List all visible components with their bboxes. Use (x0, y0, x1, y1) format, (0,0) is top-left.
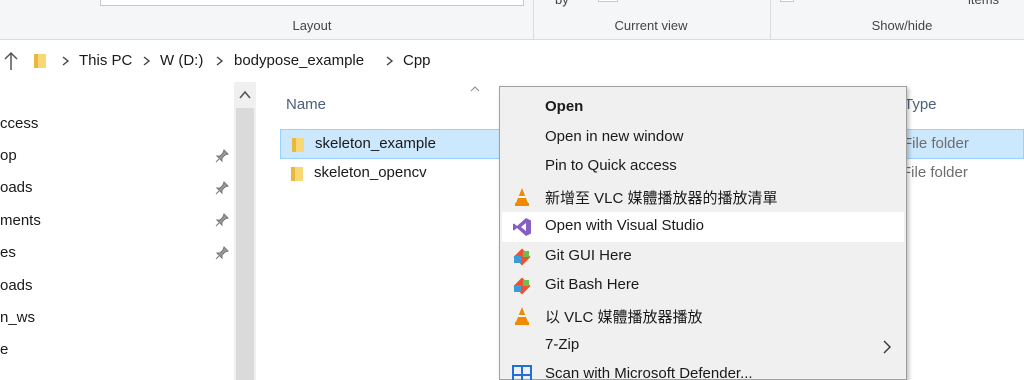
column-header-name[interactable]: Name (286, 96, 326, 113)
ribbon-group-show-hide: Show/hide (871, 18, 933, 33)
menu-item-label: Git GUI Here (545, 247, 632, 264)
ribbon-group-by-box[interactable] (598, 0, 618, 2)
ribbon-sort-by-label[interactable]: by (555, 0, 569, 7)
up-arrow-icon[interactable] (2, 50, 20, 72)
menu-item-open-visual-studio[interactable]: Open with Visual Studio (502, 212, 904, 242)
scrollbar-thumb[interactable] (236, 108, 254, 380)
visual-studio-icon (513, 218, 531, 236)
nav-scrollbar[interactable] (234, 82, 256, 380)
file-type: File folder (902, 164, 968, 181)
breadcrumb-drive[interactable]: W (D:) (160, 52, 203, 69)
git-icon (513, 248, 531, 266)
menu-item-7zip[interactable]: 7-Zip (502, 331, 904, 361)
column-header-type[interactable]: Type (904, 96, 937, 113)
chevron-right-icon[interactable] (62, 56, 70, 66)
menu-item-label: 以 VLC 媒體播放器播放 (545, 309, 703, 326)
file-name: skeleton_opencv (314, 164, 427, 181)
nav-item-desktop[interactable]: op (0, 147, 17, 164)
sort-caret-icon (470, 86, 480, 92)
menu-item-git-bash[interactable]: Git Bash Here (502, 271, 904, 301)
address-bar[interactable]: This PC W (D:) bodypose_example Cpp (0, 41, 1024, 81)
pin-icon[interactable] (215, 149, 229, 163)
menu-item-label: Open in new window (545, 128, 684, 145)
breadcrumb-bodypose-example[interactable]: bodypose_example (234, 52, 364, 69)
nav-item-documents[interactable]: ments (0, 212, 41, 229)
ribbon: Layout by Current view Show/hide items (0, 0, 1024, 40)
breadcrumb-cpp[interactable]: Cpp (403, 52, 431, 69)
menu-item-label: Open with Visual Studio (545, 217, 704, 234)
git-icon (513, 277, 531, 295)
pin-icon[interactable] (215, 213, 229, 227)
vlc-icon (515, 188, 529, 206)
menu-item-label: Open (545, 98, 584, 115)
breadcrumb-this-pc[interactable]: This PC (79, 52, 132, 69)
menu-item-label: 新增至 VLC 媒體播放器的播放清單 (545, 190, 778, 207)
menu-item-label: Pin to Quick access (545, 157, 677, 174)
file-name: skeleton_example (315, 135, 436, 152)
menu-item-label: 7-Zip (545, 336, 580, 353)
menu-item-vlc-play[interactable]: 以 VLC 媒體播放器播放 (502, 301, 904, 331)
scroll-up-icon[interactable] (239, 90, 251, 100)
menu-item-open[interactable]: Open (502, 93, 904, 123)
chevron-right-icon[interactable] (143, 56, 151, 66)
nav-item-pictures[interactable]: es (0, 244, 16, 261)
ribbon-group-current-view: Current view (614, 18, 688, 33)
menu-item-pin-quick-access[interactable]: Pin to Quick access (502, 152, 904, 182)
menu-item-open-new-window[interactable]: Open in new window (502, 123, 904, 153)
file-type: File folder (903, 135, 969, 152)
chevron-right-icon (883, 340, 891, 354)
pin-icon[interactable] (215, 181, 229, 195)
nav-item-e[interactable]: e (0, 341, 8, 358)
ribbon-hidden-items-label[interactable]: items (968, 0, 999, 7)
menu-item-vlc-add-playlist[interactable]: 新增至 VLC 媒體播放器的播放清單 (502, 182, 904, 212)
ribbon-layout-box[interactable] (100, 0, 524, 6)
navigation-pane: ccess op oads ments es oads n_ws e (0, 82, 234, 380)
nav-item-downloads-2[interactable]: oads (0, 277, 33, 294)
nav-item-quick-access[interactable]: ccess (0, 115, 38, 132)
folder-icon (34, 54, 46, 68)
context-menu: Open Open in new window Pin to Quick acc… (499, 86, 907, 380)
menu-item-git-gui[interactable]: Git GUI Here (502, 242, 904, 272)
ribbon-checkbox[interactable] (780, 0, 794, 2)
chevron-right-icon[interactable] (386, 56, 394, 66)
pin-icon[interactable] (215, 246, 229, 260)
defender-icon (512, 365, 532, 380)
chevron-right-icon[interactable] (216, 56, 224, 66)
nav-item-ws[interactable]: n_ws (0, 309, 35, 326)
menu-item-label: Scan with Microsoft Defender... (545, 365, 753, 380)
menu-item-label: Git Bash Here (545, 276, 640, 293)
folder-icon (292, 138, 304, 152)
vlc-icon (515, 307, 529, 325)
menu-item-scan-defender[interactable]: Scan with Microsoft Defender... (502, 360, 904, 380)
folder-icon (291, 167, 303, 181)
nav-item-downloads[interactable]: oads (0, 179, 33, 196)
ribbon-group-layout: Layout (292, 18, 332, 33)
